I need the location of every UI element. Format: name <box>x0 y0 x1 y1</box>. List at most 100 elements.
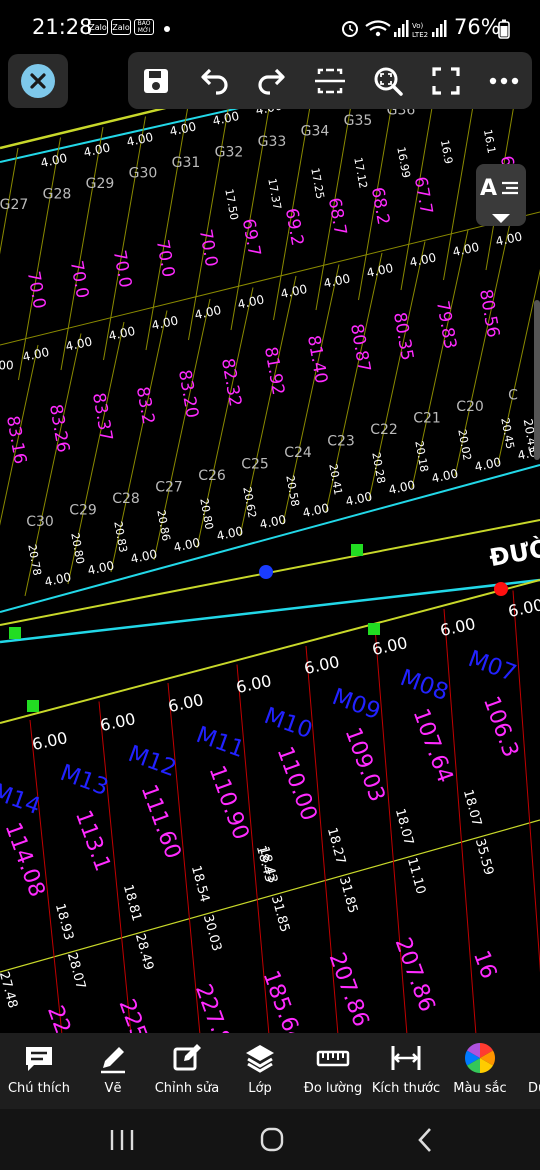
m-lot-back-label: 28.07 <box>64 951 88 991</box>
tool-label: Đo lường <box>303 1081 363 1096</box>
tool-layers[interactable]: Lớp <box>226 1039 294 1103</box>
back-button[interactable] <box>404 1123 444 1157</box>
m-lot-big-area-label: 22 <box>42 1002 75 1035</box>
m-lot-depth-label: 18.07 <box>392 807 416 847</box>
chevron-down-icon <box>492 214 510 223</box>
tool-more[interactable]: Dư <box>518 1039 540 1103</box>
blue-point-marker <box>259 565 273 579</box>
frontage-dim: 4.00 <box>473 455 502 474</box>
m-lot-label: M12 <box>125 741 180 782</box>
lot-label: G27 <box>0 197 28 213</box>
tool-annotate[interactable]: Chú thích <box>2 1039 76 1103</box>
lot-area-label: 79.83 <box>432 299 460 350</box>
lot-depth-label: 17.37 <box>265 177 283 210</box>
select-area-button[interactable] <box>310 61 350 101</box>
close-button[interactable] <box>8 54 68 108</box>
frontage-dim: 4.00 <box>387 478 416 497</box>
status-bar: 21:28 Zalo Zalo BÁO MỚI Vo) LTE2 76% <box>0 0 540 56</box>
zalo-badge: Zalo <box>88 19 108 35</box>
lot-area-label: 70.0 <box>195 228 221 269</box>
m-lot-area-label: 110.90 <box>204 762 254 843</box>
frontage-dim: 4.00 <box>129 547 158 566</box>
save-button[interactable] <box>136 61 176 101</box>
frontage-dim-m: 6.00 <box>234 671 273 697</box>
lot-label: C25 <box>241 457 269 473</box>
recent-apps-button[interactable] <box>102 1123 142 1157</box>
frontage-dim: 4.00 <box>107 324 136 343</box>
lot-area-label: 69.2 <box>281 207 307 248</box>
m-lot-depth-label: 18.07 <box>460 788 484 828</box>
lot-divider-m <box>512 590 540 973</box>
m-lot-big-area-label: 227.8 <box>190 981 235 1035</box>
lot-label: G32 <box>215 145 244 161</box>
signal-icon-2 <box>432 20 447 37</box>
fullscreen-icon <box>432 67 460 95</box>
lot-depth-label: 16.9 <box>438 139 455 165</box>
frontage-dim: 4.00 <box>86 558 115 577</box>
m-lot-area-label: 110.00 <box>272 743 322 824</box>
status-icons: Vo) LTE2 <box>342 20 447 39</box>
more-icon <box>489 77 519 85</box>
undo-button[interactable] <box>194 61 234 101</box>
m-lot-back-label: 35.59 <box>472 837 496 877</box>
m-lot-back-label: 27.48 <box>0 970 20 1010</box>
lot-label: C22 <box>370 422 398 438</box>
m-lot-back-label: 28.49 <box>132 932 156 972</box>
lot-area-label: 83.26 <box>45 403 73 454</box>
battery-percent: 76% <box>454 15 501 39</box>
lot-label: G35 <box>344 113 373 129</box>
fullscreen-button[interactable] <box>426 61 466 101</box>
crop-select-icon <box>315 68 345 94</box>
frontage-dim: 4.00 <box>21 345 50 364</box>
lot-divider-top <box>18 137 61 381</box>
frontage-dim: 4.00 <box>193 303 222 322</box>
lot-label: G29 <box>86 176 115 192</box>
redo-icon <box>258 68 285 95</box>
zoom-icon <box>374 67 403 96</box>
m-lot-back-label: 31.85 <box>336 875 360 915</box>
drawing-canvas[interactable]: G27 70.0 4.00 4.00 G28 70.0 4.00 4.00 G29 70.0 4.0… <box>0 40 540 1035</box>
lot-area-label: 70.0 <box>66 259 92 300</box>
layers-icon <box>246 1045 274 1073</box>
baomoi-badge: BÁO MỚI <box>134 19 154 35</box>
m-lot-label: M11 <box>193 722 248 763</box>
annotation-toggle-button[interactable]: A <box>476 164 526 226</box>
tool-measure[interactable]: Đo lường <box>298 1039 368 1103</box>
lot-label: C28 <box>112 491 140 507</box>
tool-dimension[interactable]: Kích thước <box>370 1039 442 1103</box>
lot-area-label: 83.16 <box>2 414 30 465</box>
m-lot-area-label: 107.64 <box>408 705 458 786</box>
more-button[interactable] <box>484 61 524 101</box>
lot-label: G33 <box>258 134 287 150</box>
frontage-dim: 4.00 <box>172 535 201 554</box>
m-lot-area-label: 113.1 <box>70 807 115 875</box>
frontage-dim-m: 6.00 <box>166 690 205 716</box>
lot-depth-label: 20.80 <box>197 497 215 530</box>
tool-edit[interactable]: Chỉnh sửa <box>150 1039 224 1103</box>
frontage-dim: 4.00 <box>301 501 330 520</box>
battery-icon <box>498 19 510 39</box>
tool-color[interactable]: Màu sắc <box>446 1039 514 1103</box>
frontage-dim-m: 6.00 <box>302 652 341 678</box>
zalo-badge-2: Zalo <box>111 19 131 35</box>
lot-area-label: 81.92 <box>260 345 288 396</box>
cad-drawing[interactable]: G27 70.0 4.00 4.00 G28 70.0 4.00 4.00 G29 70.0 4.0… <box>0 40 540 1035</box>
frontage-dim: 4.00 <box>64 334 93 353</box>
home-button[interactable] <box>252 1123 292 1157</box>
frontage-dim: 4.00 <box>408 250 437 269</box>
m-lot-big-area-label: 225 <box>114 996 152 1035</box>
m-lot-back-label: 11.10 <box>404 856 428 896</box>
tool-draw[interactable]: Vẽ <box>80 1039 146 1103</box>
lot-depth-label: 20.45 <box>498 417 516 450</box>
redo-button[interactable] <box>252 61 292 101</box>
pencil-icon <box>101 1047 125 1074</box>
lot-depth-label: 20.02 <box>455 428 473 461</box>
wifi-icon <box>365 20 391 37</box>
tool-bar: Chú thích Vẽ Chỉnh sửa Lớp Đo lường Kích… <box>0 1033 540 1109</box>
alarm-icon <box>342 21 358 37</box>
m-lot-depth-label: 18.81 <box>120 883 144 923</box>
lot-area-label: 80.56 <box>475 288 503 339</box>
m-lot-area-label: 114.08 <box>0 819 49 900</box>
zoom-button[interactable] <box>368 61 408 101</box>
tool-label: Dư <box>528 1081 540 1096</box>
